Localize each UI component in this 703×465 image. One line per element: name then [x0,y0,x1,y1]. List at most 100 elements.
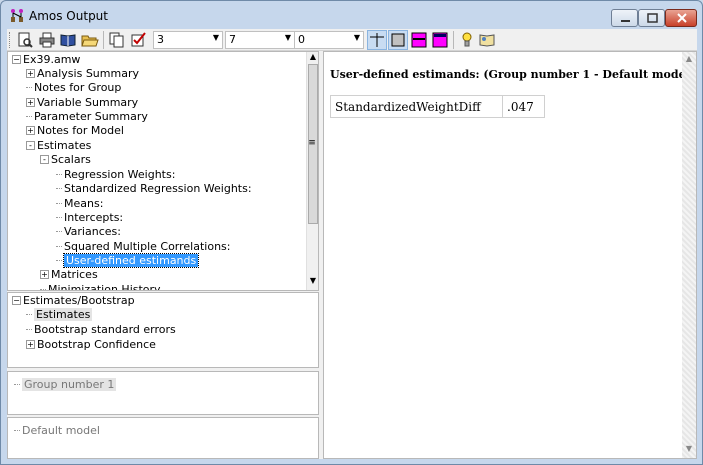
open-button[interactable] [80,30,100,50]
tree-item-analysis-summary[interactable]: + Analysis Summary [26,67,139,81]
output-view[interactable]: User-defined estimands: (Group number 1 … [323,51,697,459]
window-title: Amos Output [29,9,108,23]
tree-item-minimization-history[interactable]: Minimization History [40,283,161,290]
options-check-button[interactable] [129,30,149,50]
max-columns-value: 0 [298,33,305,46]
expand-icon[interactable]: + [26,340,35,349]
scroll-up-arrow-icon[interactable]: ▲ [307,52,318,61]
tree-connector [14,384,20,385]
tree-item-notes-for-group[interactable]: Notes for Group [26,81,121,95]
tree-item-estimates[interactable]: - Estimates [26,139,91,153]
toolbar-separator [453,31,454,49]
tree-item-means[interactable]: Means: [56,197,103,211]
bootstrap-item-estimates[interactable]: Estimates [26,308,93,322]
tree-connector [56,188,62,189]
amos-app-icon [11,9,23,22]
collapse-icon[interactable]: - [40,155,49,164]
print-preview-button[interactable] [15,30,35,50]
box-border-icon [391,33,405,47]
printer-icon [39,32,55,48]
tree-connector [56,246,62,247]
minimize-button[interactable] [611,9,638,27]
tree-item-notes-for-model[interactable]: + Notes for Model [26,124,124,138]
color-bottom-button[interactable] [430,30,450,50]
tree-connector [56,260,62,261]
help-book-icon [479,34,495,47]
title-bar[interactable]: Amos Output [1,1,702,29]
model-item[interactable]: Default model [14,424,100,437]
scroll-down-arrow-icon[interactable]: ▼ [682,444,696,453]
output-tree[interactable]: − Ex39.amw + Analysis Summary Notes for Gr… [7,51,319,291]
toolbar-grip[interactable] [9,32,12,48]
tree-item-standardized-regression-weights[interactable]: Standardized Regression Weights: [56,182,252,196]
tree-connector [26,87,32,88]
tree-connector [26,116,32,117]
tree-item-parameter-summary[interactable]: Parameter Summary [26,110,148,124]
group-item[interactable]: Group number 1 [14,378,117,391]
decimals-select[interactable]: 3 ▼ [153,31,223,49]
grid-lines-toggle[interactable] [367,30,387,50]
amos-output-window: Amos Output 3 ▼ 7 ▼ 0 ▼ − Ex39.amw + Ana… [0,0,703,465]
toolbar: 3 ▼ 7 ▼ 0 ▼ [7,29,697,51]
book-icon [60,34,76,47]
models-list[interactable]: Default model [7,417,319,459]
column-width-select[interactable]: 7 ▼ [225,31,295,49]
output-scrollbar[interactable]: ▲ ▼ [682,52,696,458]
tree-item-scalars[interactable]: - Scalars [40,153,91,167]
tree-item-intercepts[interactable]: Intercepts: [56,211,123,225]
tree-connector [56,231,62,232]
groups-list[interactable]: Group number 1 [7,371,319,415]
bootstrap-item-confidence[interactable]: + Bootstrap Confidence [26,338,156,352]
tree-item-regression-weights[interactable]: Regression Weights: [56,168,175,182]
estimands-table: StandardizedWeightDiff .047 [330,95,545,118]
bootstrap-root[interactable]: − Estimates/Bootstrap [12,294,135,308]
tree-root[interactable]: − Ex39.amw [12,53,80,67]
max-columns-select[interactable]: 0 ▼ [294,31,364,49]
dropdown-arrow-icon: ▼ [353,33,360,42]
maximize-icon [647,13,658,23]
client-area: − Ex39.amw + Analysis Summary Notes for Gr… [7,51,697,459]
dropdown-arrow-icon: ▼ [284,33,291,42]
tree-item-user-defined-estimands[interactable]: User-defined estimands [56,253,200,268]
expand-icon[interactable]: + [40,270,49,279]
copy-icon [109,32,124,48]
dropdown-arrow-icon: ▼ [212,33,219,42]
color-top-button[interactable] [409,30,429,50]
close-button[interactable] [665,9,697,27]
magenta-top-icon [411,32,427,48]
print-preview-icon [18,32,33,48]
border-toggle[interactable] [388,30,408,50]
expand-icon[interactable]: + [26,69,35,78]
estimand-value: .047 [502,95,545,118]
hint-button[interactable] [457,30,477,50]
maximize-button[interactable] [638,9,665,27]
collapse-icon[interactable]: − [12,55,21,64]
cross-grid-icon [370,33,384,47]
bootstrap-item-standard-errors[interactable]: Bootstrap standard errors [26,323,176,337]
tree-item-squared-multiple-correlations[interactable]: Squared Multiple Correlations: [56,240,231,254]
copy-button[interactable] [107,30,127,50]
collapse-icon[interactable]: - [26,141,35,150]
tree-scrollbar[interactable]: ▲ ≡ ▼ [306,52,318,290]
decimals-value: 3 [157,33,164,46]
tree-connector [26,314,32,315]
toolbar-separator [103,31,104,49]
expand-icon[interactable]: + [26,126,35,135]
collapse-icon[interactable]: − [12,296,21,305]
expand-icon[interactable]: + [26,98,35,107]
bootstrap-tree[interactable]: − Estimates/Bootstrap Estimates Bootstrap… [7,292,319,368]
help-book-button[interactable] [58,30,78,50]
tree-connector [26,329,32,330]
lightbulb-icon [462,32,472,47]
tree-item-variances[interactable]: Variances: [56,225,121,239]
tree-item-variable-summary[interactable]: + Variable Summary [26,96,138,110]
scroll-down-arrow-icon[interactable]: ▼ [307,276,318,285]
tree-item-matrices[interactable]: + Matrices [40,268,98,282]
scroll-grip-icon: ≡ [308,138,316,148]
estimand-name: StandardizedWeightDiff [330,95,503,118]
checkbox-icon [131,32,146,47]
scroll-up-arrow-icon[interactable]: ▲ [682,54,696,63]
help-topics-button[interactable] [477,30,497,50]
print-button[interactable] [37,30,57,50]
column-width-value: 7 [229,33,236,46]
